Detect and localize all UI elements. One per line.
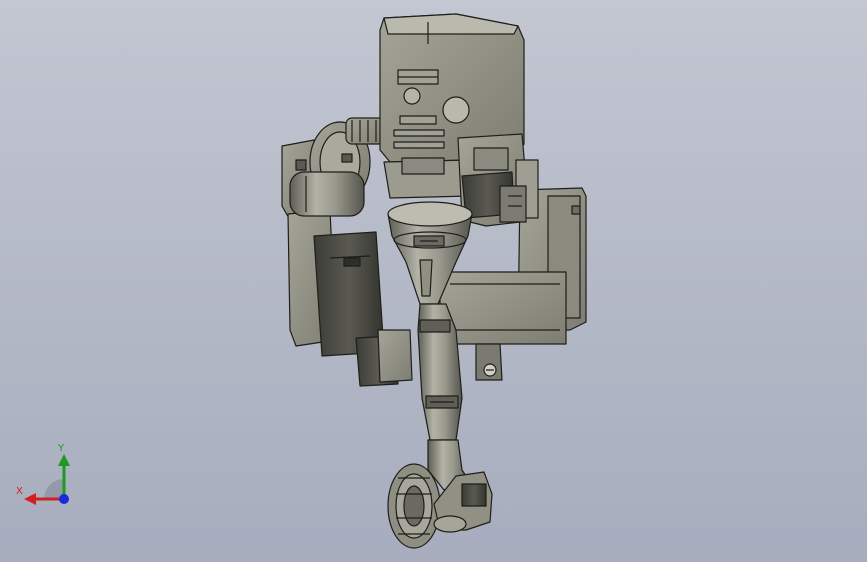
- triad-x-arrow: [24, 493, 36, 505]
- wrist: [387, 439, 493, 549]
- triad-y-arrow: [58, 454, 70, 466]
- graphics-viewport[interactable]: X Y: [0, 0, 867, 562]
- shoulder-gear: [289, 117, 391, 217]
- triad-z-axis: [59, 494, 69, 504]
- orientation-triad: X Y: [14, 442, 76, 508]
- robot-arm-model[interactable]: [0, 0, 867, 562]
- triad-x-label: X: [16, 486, 23, 497]
- triad-y-label: Y: [58, 443, 65, 454]
